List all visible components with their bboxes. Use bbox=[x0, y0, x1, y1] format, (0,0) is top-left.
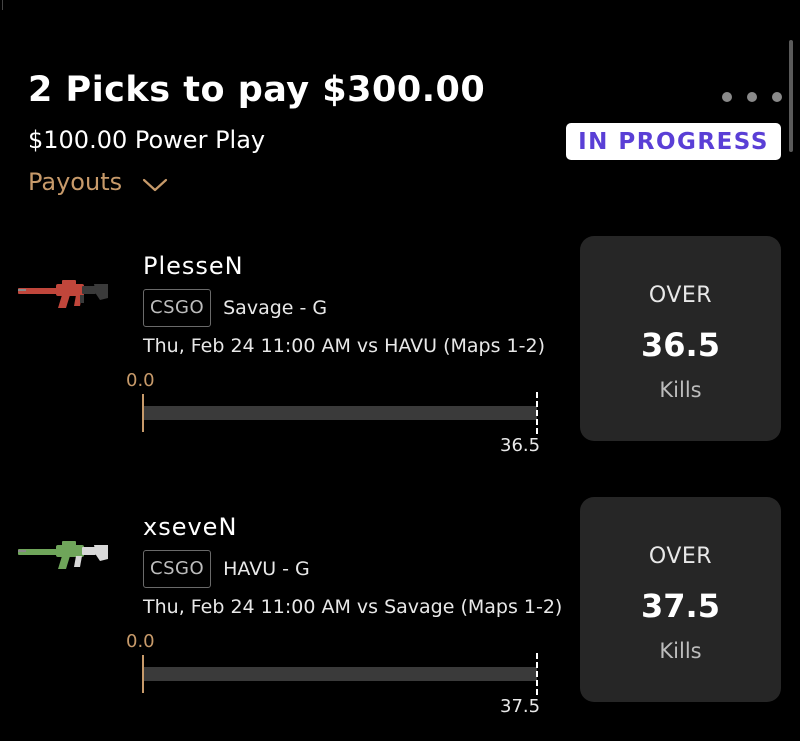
player-name: PlesseN bbox=[143, 252, 244, 280]
league-tag: CSGO bbox=[143, 550, 212, 588]
progress-start-tick bbox=[142, 394, 144, 432]
player-name: xseveN bbox=[143, 513, 238, 541]
progress-target-tick bbox=[536, 653, 538, 695]
progress-start-tick bbox=[142, 655, 144, 693]
more-dots-icon bbox=[772, 92, 782, 102]
progress-current-value: 0.0 bbox=[126, 370, 155, 391]
projection-line: 37.5 bbox=[641, 587, 720, 625]
player-meta: CSGO Savage - G bbox=[143, 289, 327, 327]
status-badge: IN PROGRESS bbox=[566, 123, 781, 160]
league-tag: CSGO bbox=[143, 289, 212, 327]
projection-card[interactable]: OVER 36.5 Kills bbox=[580, 236, 781, 441]
stat-type: Kills bbox=[659, 639, 702, 663]
more-dots-icon bbox=[747, 92, 757, 102]
team-position: HAVU - G bbox=[223, 558, 310, 580]
more-dots-icon bbox=[722, 92, 732, 102]
progress-current-value: 0.0 bbox=[126, 631, 155, 652]
scrollbar[interactable] bbox=[789, 40, 793, 152]
payouts-toggle[interactable]: Payouts bbox=[28, 168, 168, 196]
team-position: Savage - G bbox=[223, 297, 328, 319]
more-options-button[interactable] bbox=[722, 86, 782, 108]
progress-target-tick bbox=[536, 392, 538, 434]
pick-card: xseveN CSGO HAVU - G Thu, Feb 24 11:00 A… bbox=[0, 497, 800, 727]
entry-type: $100.00 Power Play bbox=[28, 126, 266, 154]
projection-card[interactable]: OVER 37.5 Kills bbox=[580, 497, 781, 702]
progress-bar bbox=[143, 406, 537, 420]
chevron-down-icon bbox=[143, 178, 168, 192]
projection-line: 36.5 bbox=[641, 326, 720, 364]
progress-target-value: 37.5 bbox=[500, 696, 541, 717]
rifle-icon bbox=[18, 541, 108, 569]
progress-bar bbox=[143, 667, 537, 681]
rifle-icon bbox=[18, 280, 108, 308]
pick-card: PlesseN CSGO Savage - G Thu, Feb 24 11:0… bbox=[0, 236, 800, 466]
game-info: Thu, Feb 24 11:00 AM vs Savage (Maps 1-2… bbox=[143, 596, 563, 618]
progress-target-value: 36.5 bbox=[500, 435, 541, 456]
stat-type: Kills bbox=[659, 378, 702, 402]
page-title: 2 Picks to pay $300.00 bbox=[28, 70, 486, 110]
player-meta: CSGO HAVU - G bbox=[143, 550, 310, 588]
game-info: Thu, Feb 24 11:00 AM vs HAVU (Maps 1-2) bbox=[143, 335, 545, 357]
corner-mark bbox=[2, 0, 7, 10]
payouts-label: Payouts bbox=[28, 168, 123, 196]
pick-direction: OVER bbox=[648, 544, 713, 569]
pick-direction: OVER bbox=[648, 283, 713, 308]
